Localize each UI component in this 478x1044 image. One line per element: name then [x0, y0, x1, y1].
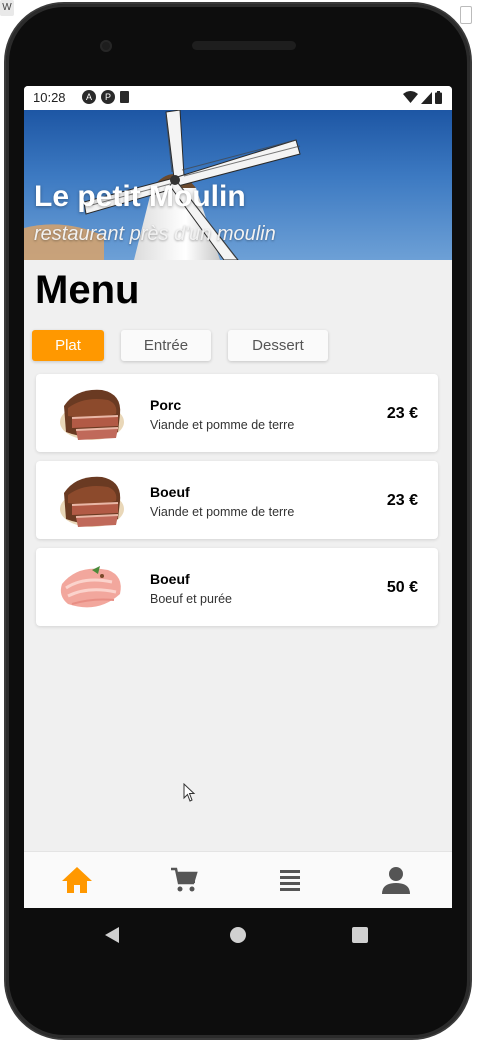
raw-meat-image: [60, 566, 121, 608]
signal-icon: [421, 92, 432, 104]
item-name: Boeuf: [150, 571, 190, 587]
system-navigation-bar: [24, 910, 452, 962]
earpiece-speaker: [192, 41, 296, 50]
item-description: Boeuf et purée: [150, 592, 233, 606]
p-icon: P: [101, 90, 115, 104]
nav-home[interactable]: [57, 862, 97, 898]
grilled-meat-image: [60, 476, 124, 527]
tab-entree[interactable]: Entrée: [121, 330, 211, 361]
grilled-meat-image: [60, 389, 124, 440]
profile-icon: [382, 867, 410, 894]
tab-plat[interactable]: Plat: [32, 330, 104, 361]
battery-icon: [435, 91, 442, 104]
back-icon[interactable]: [104, 926, 120, 944]
menu-item-boeuf-puree[interactable]: Boeuf Boeuf et purée 50 €: [36, 548, 438, 626]
restaurant-tagline: restaurant près d'un moulin: [34, 223, 276, 245]
bottom-navigation: [24, 851, 452, 908]
tab-dessert[interactable]: Dessert: [228, 330, 328, 361]
a-icon: A: [82, 90, 96, 104]
home-button-icon[interactable]: [229, 926, 247, 944]
status-time: 10:28: [33, 90, 66, 105]
window-corner-box: [460, 6, 472, 24]
item-description: Viande et pomme de terre: [150, 505, 295, 519]
page-title: Menu: [35, 268, 140, 312]
wifi-icon: [403, 91, 418, 103]
item-price: 23 €: [386, 492, 418, 509]
item-price: 23 €: [386, 405, 418, 422]
menu-item-boeuf[interactable]: Boeuf Viande et pomme de terre 23 €: [36, 461, 438, 539]
item-description: Viande et pomme de terre: [150, 418, 295, 432]
list-icon: [280, 870, 300, 891]
sd-card-icon: [120, 91, 129, 103]
item-price: 50 €: [386, 579, 418, 596]
app-screen: 10:28 A P Le petit Moulin restaurant prè…: [24, 86, 452, 908]
item-name: Porc: [150, 397, 182, 413]
home-icon: [62, 867, 92, 893]
nav-list[interactable]: [270, 862, 310, 898]
menu-list: Porc Viande et pomme de terre 23 € Boeuf…: [36, 374, 438, 635]
mouse-cursor-icon: [183, 783, 196, 802]
hero-banner: Le petit Moulin restaurant près d'un mou…: [24, 110, 452, 260]
front-camera: [100, 40, 112, 52]
item-name: Boeuf: [150, 484, 190, 500]
nav-profile[interactable]: [376, 862, 416, 898]
window-corner-icon: W: [0, 0, 14, 16]
restaurant-name: Le petit Moulin: [34, 180, 246, 213]
cart-icon: [171, 867, 198, 892]
menu-item-porc[interactable]: Porc Viande et pomme de terre 23 €: [36, 374, 438, 452]
category-tabs: Plat Entrée Dessert: [32, 330, 345, 361]
status-bar: 10:28 A P: [24, 86, 452, 110]
recents-icon[interactable]: [351, 926, 369, 944]
nav-cart[interactable]: [164, 862, 204, 898]
